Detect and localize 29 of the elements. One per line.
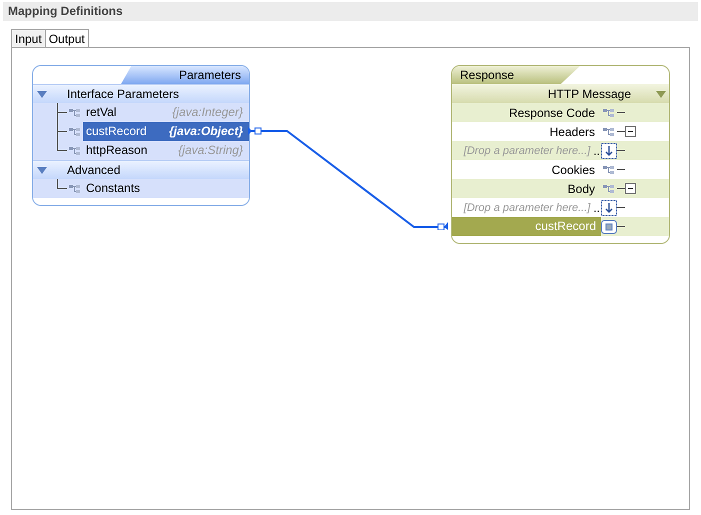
panel-title: Mapping Definitions: [3, 2, 698, 21]
parameter-item[interactable]: custRecord {java:Object}: [83, 122, 249, 141]
connector-line[interactable]: [248, 126, 448, 230]
node-title: Response: [452, 66, 580, 84]
field-label: Cookies: [552, 162, 595, 176]
tab[interactable]: Output: [44, 29, 89, 47]
hierarchy-icon: [603, 126, 615, 136]
hierarchy-icon: [69, 146, 81, 156]
hierarchy-icon: [603, 164, 615, 174]
field-label: Headers: [550, 124, 595, 138]
group-header[interactable]: Advanced: [33, 160, 249, 179]
field-label: Body: [568, 182, 595, 196]
ellipsis-text: ..: [593, 200, 600, 214]
hierarchy-icon: [603, 108, 615, 118]
collapse-icon[interactable]: [625, 126, 636, 137]
hierarchy-icon: [69, 108, 81, 118]
group-header[interactable]: Interface Parameters: [33, 84, 249, 103]
field-label: Response Code: [508, 106, 595, 120]
hierarchy-icon: [69, 184, 81, 194]
hierarchy-icon: [69, 126, 81, 136]
collapse-icon[interactable]: [625, 183, 636, 194]
hierarchy-icon: [603, 184, 615, 194]
object-icon: [601, 220, 617, 234]
tab[interactable]: Input: [11, 29, 46, 47]
expand-icon[interactable]: [37, 89, 47, 99]
expand-icon[interactable]: [37, 165, 47, 175]
section-header[interactable]: HTTP Message: [452, 84, 669, 103]
node-title: Parameters: [121, 66, 249, 84]
ellipsis-text: ..: [593, 144, 600, 158]
